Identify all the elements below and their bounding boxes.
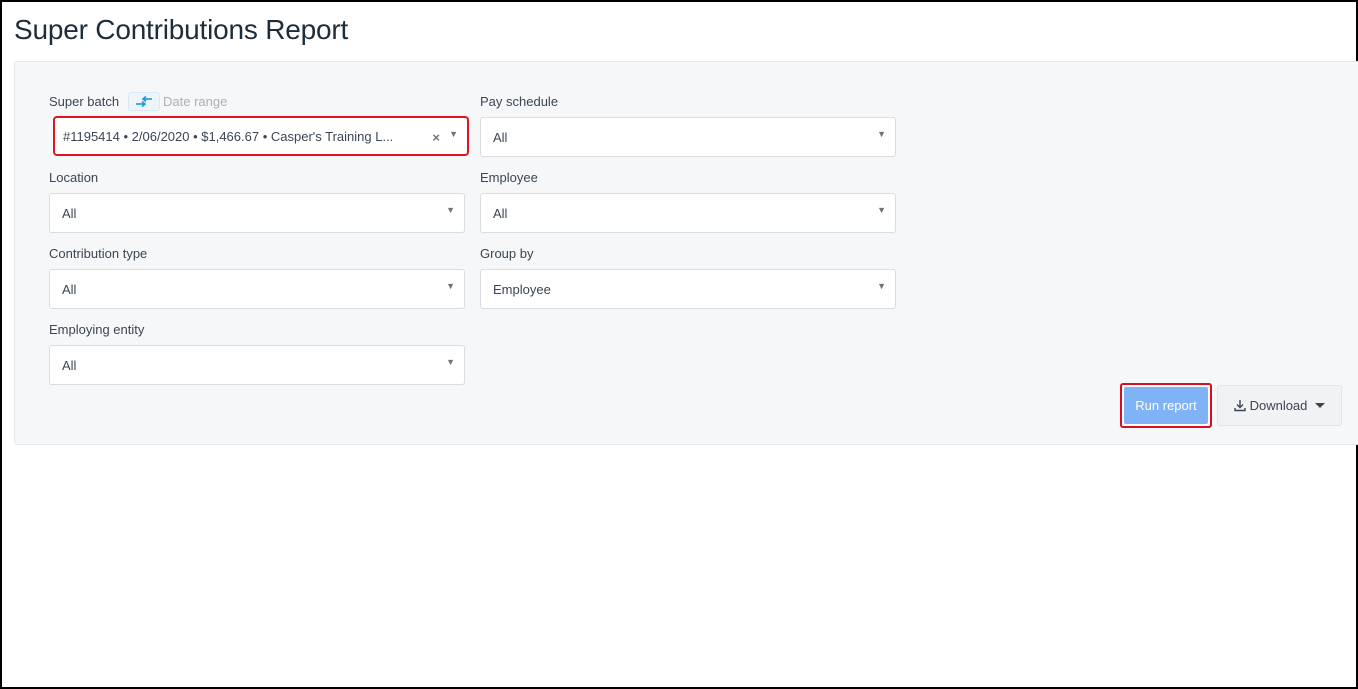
contribution-type-select[interactable]: All ▼ bbox=[49, 269, 465, 309]
super-batch-value: #1195414 • 2/06/2020 • $1,466.67 • Caspe… bbox=[63, 129, 394, 144]
employing-entity-value: All bbox=[62, 358, 77, 373]
super-batch-label: Super batch bbox=[49, 94, 120, 109]
super-batch-select[interactable]: #1195414 • 2/06/2020 • $1,466.67 • Caspe… bbox=[53, 116, 469, 156]
chevron-down-icon: ▼ bbox=[877, 129, 886, 139]
employee-label: Employee bbox=[480, 170, 538, 185]
contribution-type-label: Contribution type bbox=[49, 246, 148, 261]
pay-schedule-label: Pay schedule bbox=[480, 94, 559, 109]
chevron-down-icon: ▼ bbox=[446, 281, 455, 291]
location-value: All bbox=[62, 206, 77, 221]
download-button[interactable]: Download bbox=[1217, 385, 1342, 426]
employee-value: All bbox=[493, 206, 508, 221]
chevron-down-icon: ▼ bbox=[446, 205, 455, 215]
chevron-down-icon: ▼ bbox=[877, 205, 886, 215]
group-by-label: Group by bbox=[480, 246, 534, 261]
download-label: Download bbox=[1249, 398, 1308, 413]
pay-schedule-value: All bbox=[493, 130, 508, 145]
employing-entity-select[interactable]: All ▼ bbox=[49, 345, 465, 385]
caret-down-icon bbox=[1315, 403, 1326, 408]
download-icon bbox=[1233, 400, 1246, 412]
chevron-down-icon: ▼ bbox=[449, 129, 458, 139]
chevron-down-icon: ▼ bbox=[877, 281, 886, 291]
group-by-select[interactable]: Employee ▼ bbox=[480, 269, 896, 309]
pay-schedule-select[interactable]: All ▼ bbox=[480, 117, 896, 157]
page-title: Super Contributions Report bbox=[14, 14, 349, 45]
contribution-type-value: All bbox=[62, 282, 77, 297]
location-select[interactable]: All ▼ bbox=[49, 193, 465, 233]
swap-arrows-icon bbox=[136, 95, 152, 107]
run-report-label: Run report bbox=[1135, 398, 1197, 413]
location-label: Location bbox=[49, 170, 99, 185]
run-report-button[interactable]: Run report bbox=[1120, 383, 1212, 428]
employee-select[interactable]: All ▼ bbox=[480, 193, 896, 233]
filter-panel: Super batch Date range #1195414 • 2/06/2… bbox=[14, 61, 1358, 445]
group-by-value: Employee bbox=[493, 282, 551, 297]
toggle-batch-date-button[interactable] bbox=[128, 92, 160, 111]
clear-icon[interactable]: × bbox=[432, 130, 440, 145]
employing-entity-label: Employing entity bbox=[49, 322, 145, 337]
date-range-link[interactable]: Date range bbox=[163, 94, 227, 109]
chevron-down-icon: ▼ bbox=[446, 357, 455, 367]
